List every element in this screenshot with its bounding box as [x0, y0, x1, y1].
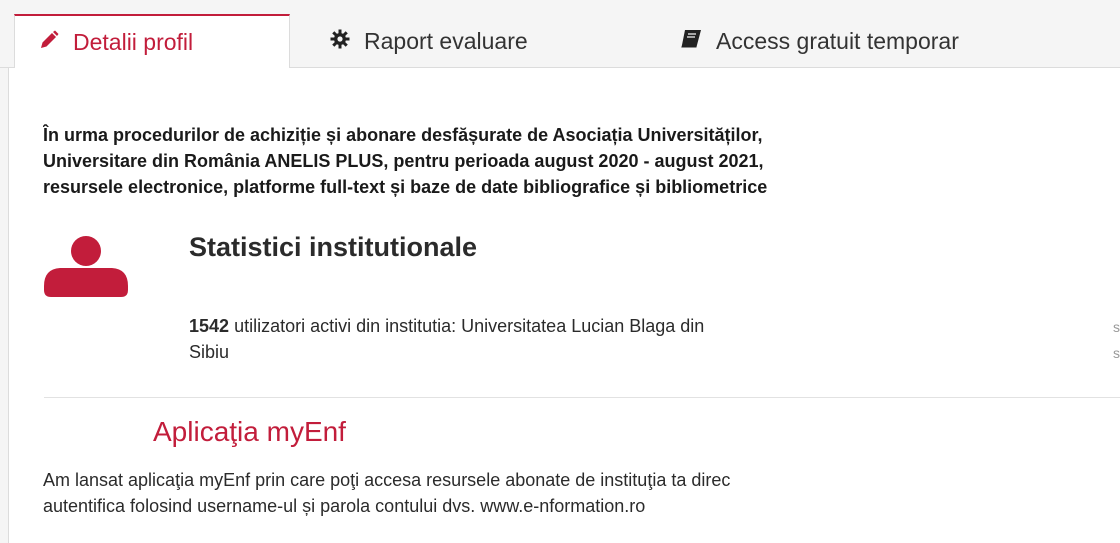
book-icon [680, 28, 716, 55]
active-users-text: utilizatori activi din institutia: Unive… [234, 316, 705, 336]
tab-label: Access gratuit temporar [716, 27, 959, 54]
active-users-count: 1542 [189, 316, 230, 336]
stats-title: Statistici institutionale [189, 232, 478, 262]
intro-line: În urma procedurilor de achiziție și abo… [43, 125, 763, 145]
clipped-text: s [1113, 319, 1120, 335]
tab-label: Detalii profil [73, 28, 194, 55]
clipped-text: s [1113, 345, 1120, 361]
tab-raport-evaluare[interactable]: Raport evaluare [330, 14, 528, 68]
intro-line: resursele electronice, platforme full-te… [43, 177, 768, 197]
section-divider [44, 397, 1120, 398]
clipped-column: s s [1113, 314, 1120, 366]
user-icon [44, 236, 128, 303]
gear-icon [330, 28, 364, 55]
app-description-line: Am lansat aplicaţia myEnf prin care poţi… [43, 470, 731, 490]
tab-detalii-profil[interactable]: Detalii profil [14, 14, 290, 68]
active-users-stat: 1542 utilizatori activi din institutia: … [189, 313, 1029, 365]
tab-access-gratuit-temporar[interactable]: Access gratuit temporar [680, 14, 959, 68]
pencil-icon [39, 29, 73, 56]
app-description: Am lansat aplicaţia myEnf prin care poţi… [43, 467, 1120, 519]
intro-line: Universitare din România ANELIS PLUS, pe… [43, 151, 764, 171]
app-title: Aplicaţia myEnf [153, 416, 346, 447]
app-description-line: autentifica folosind username-ul și paro… [43, 496, 646, 516]
intro-paragraph: În urma procedurilor de achiziție și abo… [43, 122, 1120, 200]
tab-label: Raport evaluare [364, 27, 528, 54]
tab-bar: Detalii profil Raport evaluare Access gr… [0, 0, 1120, 68]
institution-city: Sibiu [189, 342, 230, 362]
